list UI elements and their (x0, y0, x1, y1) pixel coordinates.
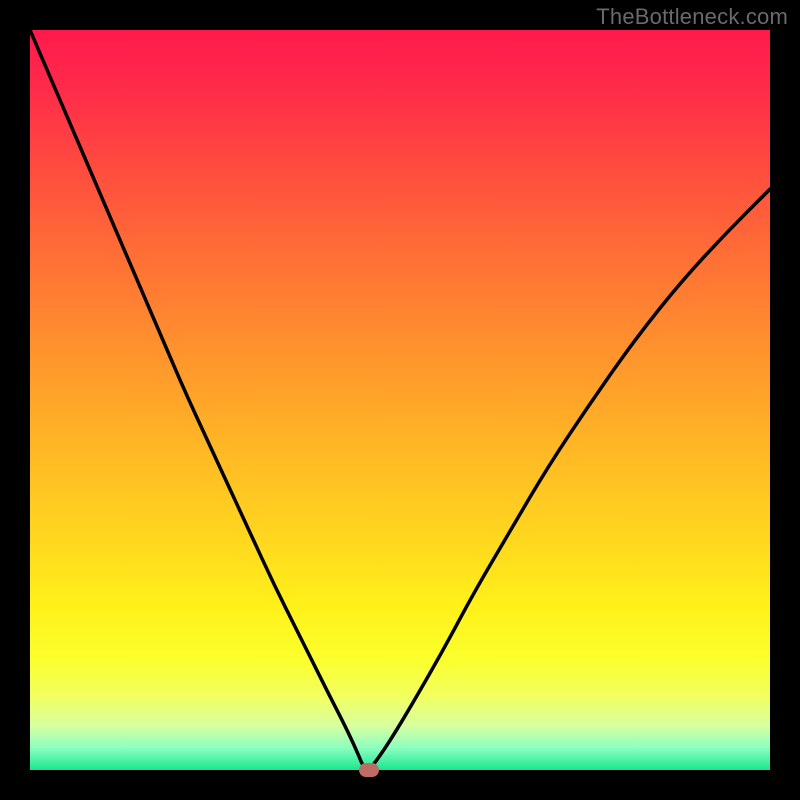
gradient-plot (30, 30, 770, 770)
highlight-marker (359, 763, 379, 777)
gradient-background (30, 30, 770, 770)
plot-area (30, 30, 770, 770)
chart-outer: TheBottleneck.com (0, 0, 800, 800)
watermark-text: TheBottleneck.com (596, 4, 788, 30)
